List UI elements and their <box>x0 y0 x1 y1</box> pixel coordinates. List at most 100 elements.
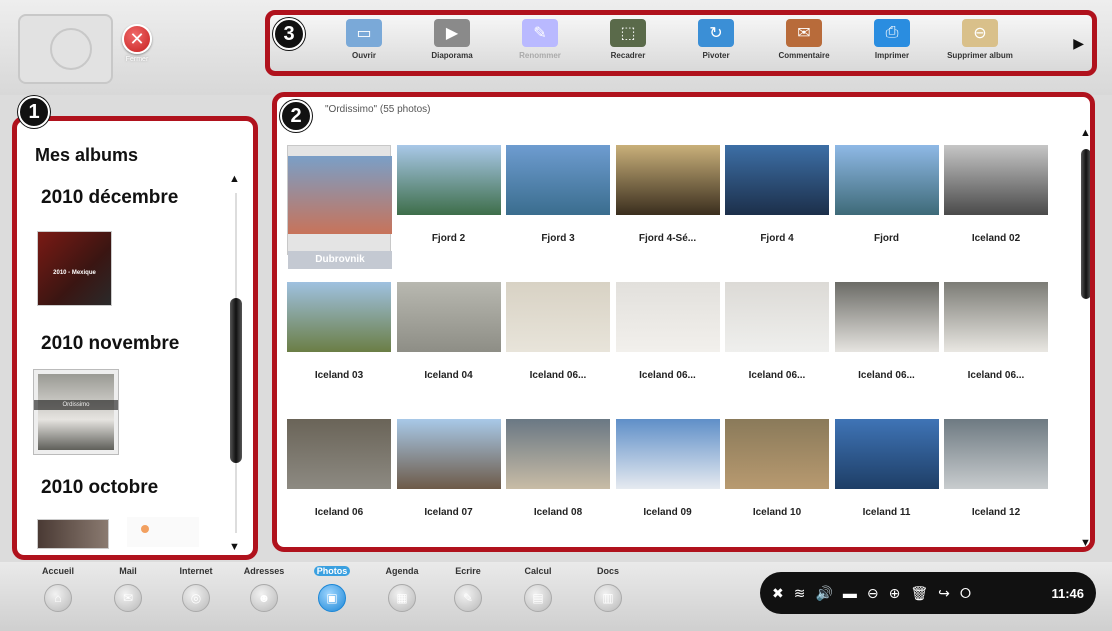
tool-supprimer-album-button[interactable]: ⊖ Supprimer album <box>936 15 1024 71</box>
docs-icon: ▥ <box>594 584 622 612</box>
dock-item-photos[interactable]: Photos ▣ <box>302 566 362 612</box>
photo-tile[interactable]: Fjord 2 <box>396 145 501 255</box>
album-thumbnail[interactable]: 2010 - Mexique <box>37 231 112 306</box>
scroll-up-icon[interactable]: ▲ <box>229 173 240 185</box>
tool-pivoter-button[interactable]: ↻ Pivoter <box>672 15 760 71</box>
photo-tile[interactable]: Dubrovnik <box>287 145 392 269</box>
grid-badge: 2 <box>280 100 312 132</box>
photo-thumbnail <box>834 145 939 215</box>
photo-thumbnail <box>944 145 1048 215</box>
zoom-out-icon[interactable]: ⊖ <box>867 585 879 602</box>
photo-thumbnail <box>288 156 392 234</box>
photo-tile[interactable]: Iceland 06... <box>834 282 939 392</box>
month-heading: 2010 décembre <box>41 187 179 208</box>
photo-caption: Iceland 06... <box>748 370 806 381</box>
photo-caption: Fjord 4-Sé... <box>638 233 697 244</box>
battery-icon[interactable]: ▬ <box>843 585 857 601</box>
photo-caption: Iceland 09 <box>643 507 692 518</box>
comment-icon: ✉ <box>786 19 822 47</box>
help-icon[interactable]: ⭘ <box>960 585 971 602</box>
photo-thumbnail <box>615 419 720 489</box>
month-heading: 2010 novembre <box>41 333 180 354</box>
grid-scrollbar[interactable]: ▲ ▼ <box>1079 127 1090 547</box>
photo-thumbnail <box>506 419 610 489</box>
zoom-in-icon[interactable]: ⊕ <box>889 585 901 602</box>
scroll-down-icon[interactable]: ▼ <box>1080 537 1090 547</box>
scroll-up-icon[interactable]: ▲ <box>1080 127 1090 139</box>
dock-item-mail[interactable]: Mail ✉ <box>98 566 158 612</box>
tool-imprimer-button[interactable]: ⎙ Imprimer <box>848 15 936 71</box>
photo-caption: Iceland 11 <box>862 507 911 518</box>
tool-recadrer-button[interactable]: ⬚ Recadrer <box>584 15 672 71</box>
tool-renommer-button[interactable]: ✎ Renommer <box>496 15 584 71</box>
delete-album-icon: ⊖ <box>962 19 998 47</box>
photo-tile[interactable]: Iceland 10 <box>725 419 829 529</box>
photo-thumbnail <box>615 282 720 352</box>
tool-diaporama-button[interactable]: ▶ Diaporama <box>408 15 496 71</box>
play-icon: ▶ <box>434 19 470 47</box>
photo-thumbnail <box>615 145 720 215</box>
photo-tile[interactable]: Fjord <box>834 145 939 255</box>
photo-thumbnail <box>506 282 610 352</box>
photo-tile[interactable]: Iceland 12 <box>944 419 1048 529</box>
albums-panel: Mes albums 2010 décembre 2010 - Mexique … <box>12 116 258 560</box>
albums-scrollbar[interactable]: ▲ ▼ <box>227 173 245 553</box>
photo-tile[interactable]: Iceland 08 <box>506 419 610 529</box>
scroll-down-icon[interactable]: ▼ <box>229 541 240 553</box>
photo-tile[interactable]: Iceland 06 <box>287 419 391 529</box>
photo-tile[interactable]: Iceland 04 <box>396 282 501 392</box>
photo-tile[interactable]: Fjord 3 <box>506 145 610 255</box>
folder-open-icon: ▭ <box>346 19 382 47</box>
photo-thumbnail <box>725 282 829 352</box>
photo-tile[interactable]: Iceland 02 <box>944 145 1048 255</box>
photo-caption: Iceland 06... <box>639 370 696 381</box>
photo-thumbnail <box>834 419 939 489</box>
scroll-thumb[interactable] <box>1081 149 1090 299</box>
album-thumbnail[interactable] <box>127 517 199 547</box>
home-icon: ⌂ <box>44 584 72 612</box>
tools-icon[interactable]: ✖ <box>772 585 784 602</box>
photo-tile[interactable]: Iceland 09 <box>615 419 720 529</box>
photo-tile[interactable]: Iceland 06... <box>615 282 720 392</box>
photo-tile[interactable]: Fjord 4-Sé... <box>615 145 720 255</box>
tool-label: Supprimer album <box>947 51 1013 60</box>
tool-label: Renommer <box>519 51 561 60</box>
volume-icon[interactable]: 🔊 <box>815 585 832 602</box>
dock-item-calcul[interactable]: Calcul ▤ <box>508 566 568 612</box>
scroll-thumb[interactable] <box>230 298 242 463</box>
dock-item-docs[interactable]: Docs ▥ <box>578 566 638 612</box>
photo-tile[interactable]: Fjord 4 <box>725 145 829 255</box>
tool-label: Commentaire <box>778 51 830 60</box>
dock-item-agenda[interactable]: Agenda ▦ <box>372 566 432 612</box>
tool-label: Diaporama <box>431 51 473 60</box>
trash-icon[interactable]: 🗑 <box>910 585 928 602</box>
photo-tile[interactable]: Iceland 06... <box>725 282 829 392</box>
photo-tile[interactable]: Iceland 03 <box>287 282 391 392</box>
tool-commentaire-button[interactable]: ✉ Commentaire <box>760 15 848 71</box>
wifi-icon[interactable]: ≋ <box>794 585 806 602</box>
tool-label: Recadrer <box>610 51 646 60</box>
photo-caption: Dubrovnik <box>288 251 392 269</box>
addresses-icon: ☻ <box>250 584 278 612</box>
photo-tile[interactable]: Iceland 06... <box>506 282 610 392</box>
close-button[interactable]: ✕ Fermer <box>118 24 156 70</box>
photo-thumbnail <box>396 145 501 215</box>
printer-icon: ⎙ <box>874 19 910 47</box>
photo-tile[interactable]: Iceland 11 <box>834 419 939 529</box>
photo-thumbnail <box>834 282 939 352</box>
back-icon[interactable]: ↪ <box>938 585 950 602</box>
dock-item-accueil[interactable]: Accueil ⌂ <box>28 566 88 612</box>
dock-item-adresses[interactable]: Adresses ☻ <box>234 566 294 612</box>
dock-item-ecrire[interactable]: Ecrire ✎ <box>438 566 498 612</box>
photo-tile[interactable]: Iceland 06... <box>944 282 1048 392</box>
tool-ouvrir-button[interactable]: ▭ Ouvrir <box>320 15 408 71</box>
album-thumbnail-selected[interactable]: Ordissimo <box>33 369 119 455</box>
agenda-icon: ▦ <box>388 584 416 612</box>
toolbar-more-arrow[interactable]: ▶ <box>1073 35 1084 52</box>
dock-label: Agenda <box>385 566 419 576</box>
dock-item-internet[interactable]: Internet ◎ <box>166 566 226 612</box>
album-thumbnail[interactable] <box>37 519 109 549</box>
photo-tile[interactable]: Iceland 07 <box>396 419 501 529</box>
photo-caption: Iceland 07 <box>424 507 473 518</box>
photo-thumbnail <box>287 419 391 489</box>
